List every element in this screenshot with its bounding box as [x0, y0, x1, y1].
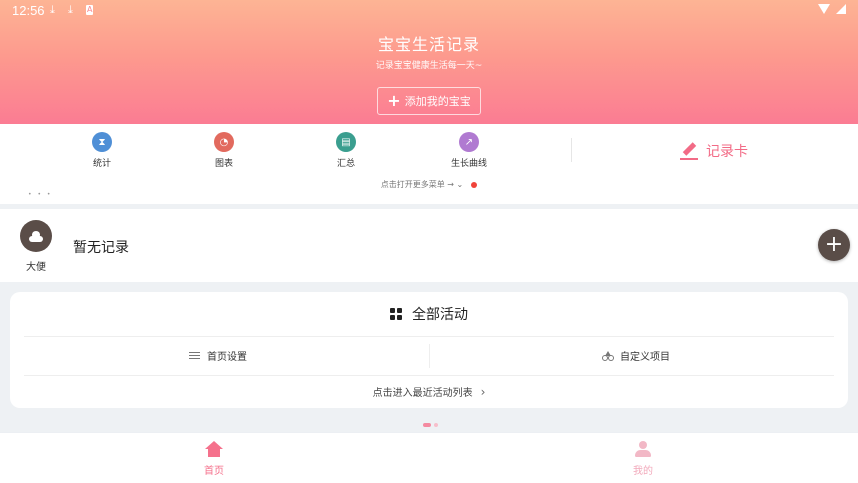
tab-label: 我的	[633, 466, 653, 477]
download-icon: ⤓	[50, 3, 55, 16]
status-time: 12:56	[12, 3, 45, 18]
document-icon: ▤	[336, 132, 356, 152]
notification-dot	[471, 181, 478, 188]
divider	[429, 344, 430, 368]
divider	[24, 375, 834, 376]
page-dot	[434, 423, 438, 427]
recent-activities-link[interactable]: 点击进入最近活动列表 ›	[10, 384, 848, 399]
quick-item-label: 统计	[92, 159, 111, 169]
record-card-label: 记录卡	[706, 144, 748, 160]
divider	[24, 336, 834, 337]
user-icon	[635, 441, 651, 457]
tab-mine[interactable]: 我的	[613, 441, 673, 477]
home-icon	[205, 441, 223, 457]
home-settings-label: 首页设置	[207, 352, 247, 363]
chevron-right-icon: ›	[480, 385, 486, 399]
bottom-nav: 首页 我的	[0, 432, 858, 483]
poop-icon	[29, 230, 43, 242]
status-bar: 12:56 ⤓ ⤓ A	[0, 0, 858, 22]
add-baby-label: 添加我的宝宝	[404, 95, 471, 108]
quick-item-statistics[interactable]: ⧗ 统计	[72, 132, 132, 169]
quick-menu: ⧗ 统计 ◔ 图表 ▤ 汇总 ↗ 生长曲线 记录卡 点击打开更多菜单 → ⌄ •…	[0, 124, 858, 204]
pie-chart-icon: ◔	[214, 132, 234, 152]
custom-items-button[interactable]: 自定义项目	[602, 348, 670, 363]
pencil-icon	[680, 142, 698, 160]
download-icon: ⤓	[68, 3, 73, 16]
category-button[interactable]	[20, 220, 52, 252]
record-row: 大便 暂无记录	[0, 209, 858, 282]
quick-item-summary[interactable]: ▤ 汇总	[316, 132, 376, 169]
grid-icon	[390, 308, 402, 320]
battery-icon	[836, 4, 846, 14]
recent-activities-label: 点击进入最近活动列表	[372, 388, 473, 399]
activities-card: 全部活动 首页设置 自定义项目 点击进入最近活动列表 ›	[10, 292, 848, 408]
record-card-button[interactable]: 记录卡	[680, 141, 748, 161]
all-activities-title: 全部活动	[412, 307, 468, 323]
quick-item-label: 汇总	[336, 159, 355, 169]
shapes-icon	[602, 350, 613, 361]
page-dot-active	[423, 423, 431, 427]
header-banner: 12:56 ⤓ ⤓ A 宝宝生活记录 记录宝宝健康生活每一天~ + 添加我的宝宝	[0, 0, 858, 124]
home-settings-button[interactable]: 首页设置	[189, 348, 247, 363]
tab-label: 首页	[204, 466, 224, 477]
quick-item-label: 图表	[214, 159, 233, 169]
empty-record-text: 暂无记录	[73, 240, 129, 256]
plus-icon: +	[824, 232, 844, 257]
more-menu-label: 点击打开更多菜单 → ⌄	[380, 180, 464, 189]
quick-item-label: 生长曲线	[450, 159, 487, 169]
app-title: 宝宝生活记录	[377, 35, 480, 54]
custom-items-label: 自定义项目	[620, 352, 670, 363]
hourglass-icon: ⧗	[92, 132, 112, 152]
app-subtitle: 记录宝宝健康生活每一天~	[375, 61, 483, 71]
trend-line-icon: ↗	[459, 132, 479, 152]
wifi-icon	[818, 4, 830, 14]
add-record-button[interactable]: +	[818, 229, 850, 261]
more-menu-toggle[interactable]: 点击打开更多菜单 → ⌄	[0, 179, 858, 190]
tab-home[interactable]: 首页	[184, 441, 244, 477]
quick-item-charts[interactable]: ◔ 图表	[194, 132, 254, 169]
category-label: 大便	[26, 262, 46, 273]
plus-icon: +	[387, 91, 401, 110]
divider	[571, 138, 572, 162]
add-baby-button[interactable]: + 添加我的宝宝	[377, 87, 481, 115]
page-indicator	[423, 423, 438, 427]
decorative-dots: • • •	[28, 191, 53, 198]
a-icon: A	[86, 5, 94, 15]
sliders-icon	[189, 351, 200, 360]
quick-item-growth-curve[interactable]: ↗ 生长曲线	[439, 132, 499, 169]
all-activities-header[interactable]: 全部活动	[10, 304, 848, 324]
